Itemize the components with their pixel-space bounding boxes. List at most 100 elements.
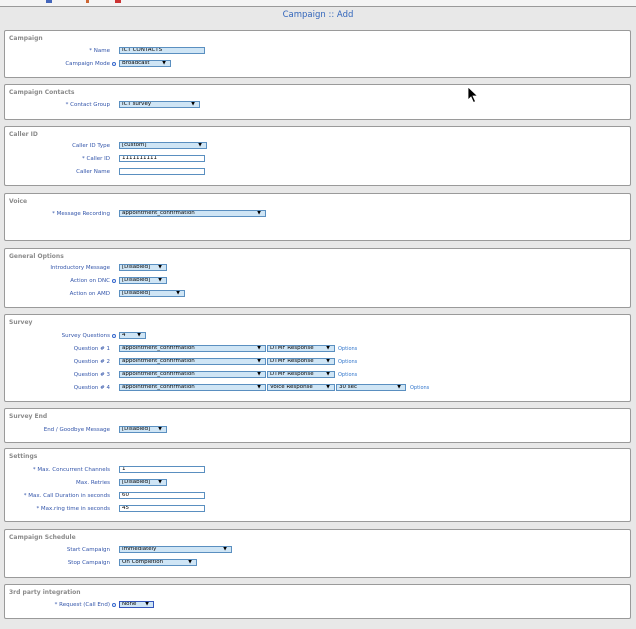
question-recording-select[interactable]: appointment_confirmation ▼ (119, 358, 266, 365)
caller-id-type-label: Caller ID Type (72, 143, 110, 149)
dropdown-arrow-icon: ▼ (257, 210, 261, 216)
dropdown-arrow-icon: ▼ (257, 384, 261, 390)
contact-group-label: * Contact Group (65, 102, 110, 108)
message-recording-label: * Message Recording (52, 211, 110, 217)
action-dnc-select[interactable]: [Disabled] ▼ (119, 277, 167, 284)
toolbar-icon[interactable] (86, 0, 89, 3)
goodbye-message-select[interactable]: [Disabled] ▼ (119, 426, 167, 433)
intro-message-select[interactable]: [Disabled] ▼ (119, 264, 167, 271)
question-row: Question # 2 appointment_confirmation ▼ D… (5, 358, 630, 367)
campaign-section: Campaign * Name ICT CONTACTS Campaign Mo… (4, 30, 631, 78)
survey-questions-select[interactable]: 4 ▼ (119, 332, 146, 339)
question-options-link[interactable]: Options (410, 385, 429, 391)
dropdown-arrow-icon: ▼ (162, 60, 166, 66)
caller-id-input[interactable]: 1111111111 (119, 155, 205, 162)
caller-name-label: Caller Name (76, 169, 110, 175)
max-channels-input[interactable]: 1 (119, 466, 205, 473)
question-label: Question # 1 (73, 346, 110, 352)
question-type-select[interactable]: DTMF Response ▼ (267, 371, 335, 378)
question-row: Question # 1 appointment_confirmation ▼ D… (5, 345, 630, 354)
max-retries-value: [Disabled] (122, 479, 151, 485)
survey-section: Survey Survey Questions 4 ▼ Question # 1 … (4, 314, 631, 402)
dropdown-arrow-icon: ▼ (158, 264, 162, 270)
max-channels-label: * Max. Concurrent Channels (32, 467, 110, 473)
flag-icon[interactable] (115, 0, 121, 3)
action-amd-value: [Disabled] (122, 290, 151, 296)
stop-campaign-label: Stop Campaign (67, 560, 110, 566)
question-type-select[interactable]: DTMF Response ▼ (267, 345, 335, 352)
caller-id-section: Caller ID Caller ID Type [custom] ▼ * Cal… (4, 126, 631, 186)
request-call-end-select[interactable]: None ▼ (119, 601, 154, 608)
name-input[interactable]: ICT CONTACTS (119, 47, 205, 54)
message-recording-value: appointment_confirmation (122, 210, 195, 216)
survey-questions-label: Survey Questions (61, 333, 110, 339)
voice-section: Voice * Message Recording appointment_co… (4, 193, 631, 241)
question-recording-select[interactable]: appointment_confirmation ▼ (119, 384, 266, 391)
help-icon[interactable] (112, 603, 116, 607)
max-call-duration-label: * Max. Call Duration in seconds (23, 493, 110, 499)
question-recording-value: appointment_confirmation (122, 384, 195, 390)
contact-group-value: ICT survey (122, 101, 152, 107)
section-title: Survey End (9, 413, 48, 420)
action-amd-label: Action on AMD (69, 291, 110, 297)
campaign-mode-value: Broadcast (122, 60, 150, 66)
dropdown-arrow-icon: ▼ (137, 332, 141, 338)
help-icon[interactable] (112, 334, 116, 338)
campaign-schedule-section: Campaign Schedule Start Campaign Immedia… (4, 529, 631, 578)
question-options-link[interactable]: Options (338, 359, 357, 365)
dropdown-arrow-icon: ▼ (158, 426, 162, 432)
dropdown-arrow-icon: ▼ (257, 358, 261, 364)
action-dnc-label: Action on DNC (70, 278, 110, 284)
third-party-section: 3rd party integration * Request (Call En… (4, 584, 631, 619)
max-retries-select[interactable]: [Disabled] ▼ (119, 479, 167, 486)
section-title: Campaign Contacts (9, 89, 75, 96)
question-type-select[interactable]: DTMF Response ▼ (267, 358, 335, 365)
max-ring-time-input[interactable]: 45 (119, 505, 205, 512)
name-label: * Name (89, 48, 110, 54)
caller-name-input[interactable] (119, 168, 205, 175)
dropdown-arrow-icon: ▼ (397, 384, 401, 390)
general-options-section: General Options Introductory Message [Di… (4, 248, 631, 308)
dropdown-arrow-icon: ▼ (191, 101, 195, 107)
question-type-value: Voice Response (270, 384, 313, 390)
question-type-select[interactable]: Voice Response ▼ (267, 384, 335, 391)
question-options-link[interactable]: Options (338, 372, 357, 378)
question-options-link[interactable]: Options (338, 346, 357, 352)
action-dnc-value: [Disabled] (122, 277, 151, 283)
dropdown-arrow-icon: ▼ (198, 142, 202, 148)
start-campaign-select[interactable]: Immediately ▼ (119, 546, 232, 553)
survey-questions-value: 4 (122, 332, 126, 338)
question-recording-select[interactable]: appointment_confirmation ▼ (119, 345, 266, 352)
survey-end-section: Survey End End / Goodbye Message [Disabl… (4, 408, 631, 443)
question-type-value: DTMF Response (270, 345, 314, 351)
max-ring-time-label: * Max.ring time in seconds (36, 506, 110, 512)
help-icon[interactable] (112, 62, 116, 66)
question-label: Question # 3 (73, 372, 110, 378)
question-duration-select[interactable]: 30 sec ▼ (336, 384, 406, 391)
dropdown-arrow-icon: ▼ (158, 479, 162, 485)
stop-campaign-select[interactable]: On Completion ▼ (119, 559, 197, 566)
dropdown-arrow-icon: ▼ (145, 601, 149, 607)
intro-message-label: Introductory Message (50, 265, 110, 271)
question-label: Question # 2 (73, 359, 110, 365)
toolbar-icon[interactable] (46, 0, 52, 3)
max-retries-label: Max. Retries (75, 480, 110, 486)
question-row: Question # 4 appointment_confirmation ▼ V… (5, 384, 630, 393)
question-recording-value: appointment_confirmation (122, 358, 195, 364)
section-title: Caller ID (9, 131, 38, 138)
question-recording-value: appointment_confirmation (122, 345, 195, 351)
action-amd-select[interactable]: [Disabled] ▼ (119, 290, 185, 297)
max-call-duration-input[interactable]: 60 (119, 492, 205, 499)
contact-group-select[interactable]: ICT survey ▼ (119, 101, 200, 108)
question-recording-select[interactable]: appointment_confirmation ▼ (119, 371, 266, 378)
section-title: General Options (9, 253, 64, 260)
section-title: Settings (9, 453, 38, 460)
start-campaign-value: Immediately (122, 546, 157, 552)
message-recording-select[interactable]: appointment_confirmation ▼ (119, 210, 266, 217)
campaign-mode-select[interactable]: Broadcast ▼ (119, 60, 171, 67)
caller-id-type-select[interactable]: [custom] ▼ (119, 142, 207, 149)
section-title: 3rd party integration (9, 589, 81, 596)
section-title: Voice (9, 198, 28, 205)
dropdown-arrow-icon: ▼ (176, 290, 180, 296)
help-icon[interactable] (112, 279, 116, 283)
